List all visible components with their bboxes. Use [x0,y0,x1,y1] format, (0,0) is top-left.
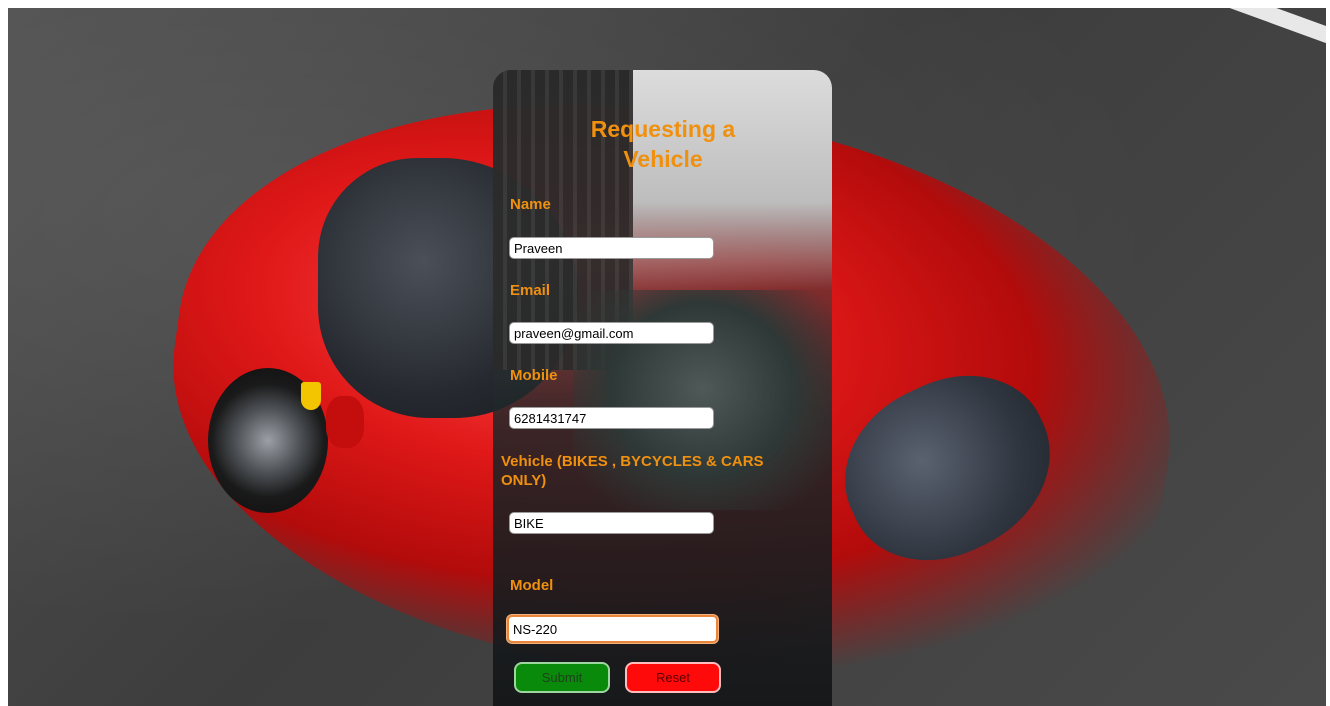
submit-button[interactable]: Submit [514,662,610,693]
email-label: Email [510,282,551,299]
mobile-input[interactable] [509,407,714,429]
mobile-label: Mobile [510,367,558,384]
form-title: Requesting a Vehicle [553,114,773,174]
email-input[interactable] [509,322,714,344]
car-mirror [326,396,364,448]
road-marking [1226,8,1326,49]
reset-button[interactable]: Reset [625,662,721,693]
vehicle-input[interactable] [509,512,714,534]
vehicle-label: Vehicle (BIKES , BYCYCLES & CARS ONLY) [501,453,764,489]
form-title-line2: Vehicle [623,146,703,172]
model-input[interactable] [507,615,718,643]
name-label: Name [510,196,551,213]
name-input[interactable] [509,237,714,259]
form-title-line1: Requesting a [590,116,736,142]
car-badge-icon [301,382,321,410]
vehicle-request-form: Requesting a Vehicle Name Email Mobile V… [493,70,832,706]
model-label: Model [510,577,554,594]
